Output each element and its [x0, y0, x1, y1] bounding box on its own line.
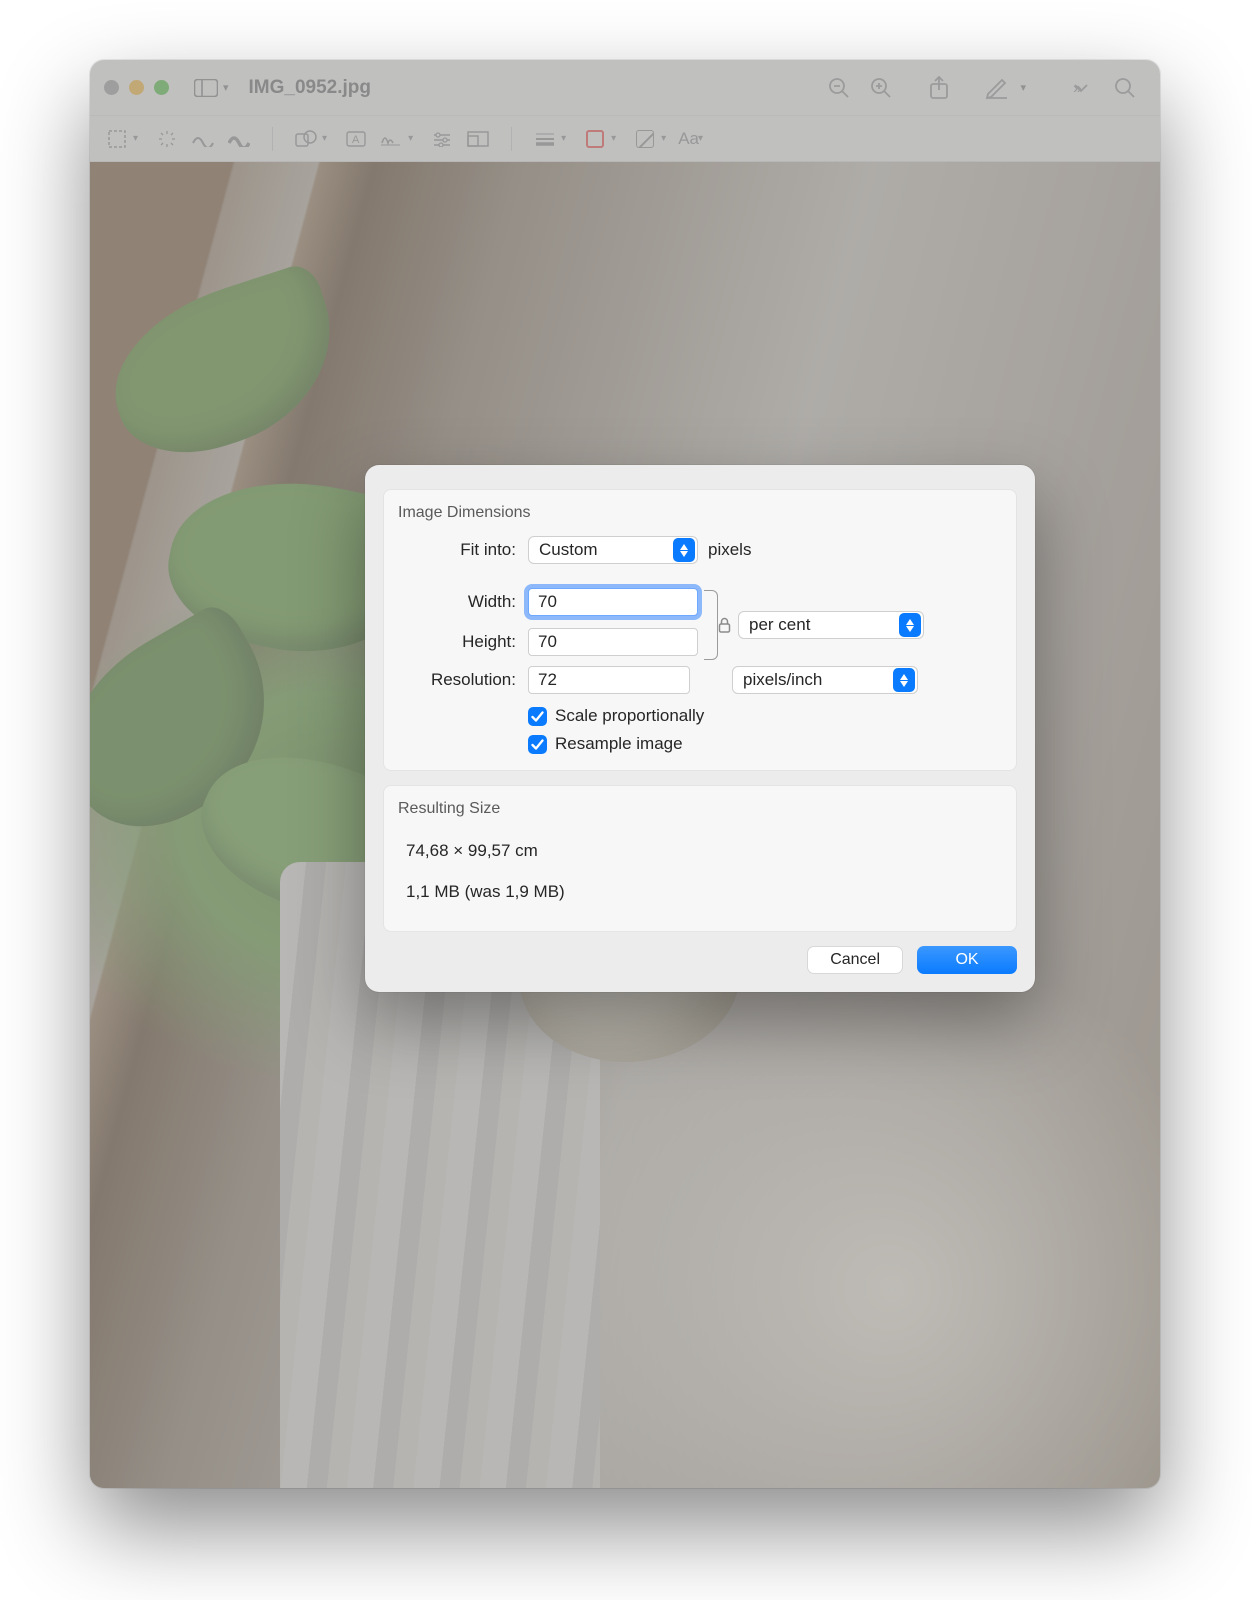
cancel-button[interactable]: Cancel [807, 946, 903, 974]
width-field[interactable]: 70 [528, 588, 698, 616]
select-arrows-icon [899, 613, 921, 637]
dimensions-group: Image Dimensions Fit into: Custom pixels… [383, 489, 1017, 771]
resolution-unit-value: pixels/inch [743, 670, 822, 690]
result-dimensions: 74,68 × 99,57 cm [406, 832, 1002, 869]
result-filesize: 1,1 MB (was 1,9 MB) [406, 873, 1002, 910]
lock-icon [718, 617, 731, 633]
height-label: Height: [398, 632, 516, 652]
width-label: Width: [398, 592, 516, 612]
fit-unit-label: pixels [708, 540, 751, 560]
preview-window: ▾ IMG_0952.jpg ▾ » ▾ ▾ A ▾ ▾ ▾ ▾ Aa [90, 60, 1160, 1488]
wh-unit-select[interactable]: per cent [738, 611, 924, 639]
select-arrows-icon [673, 538, 695, 562]
dialog-buttons: Cancel OK [383, 946, 1017, 974]
image-dimensions-dialog: Image Dimensions Fit into: Custom pixels… [365, 465, 1035, 992]
resolution-unit-select[interactable]: pixels/inch [732, 666, 918, 694]
wh-unit-value: per cent [749, 615, 810, 635]
select-arrows-icon [893, 668, 915, 692]
fit-into-value: Custom [539, 540, 598, 560]
resample-row: Resample image [528, 734, 1002, 754]
fit-into-label: Fit into: [398, 540, 516, 560]
fit-into-select[interactable]: Custom [528, 536, 698, 564]
resolution-label: Resolution: [398, 670, 516, 690]
resample-checkbox[interactable] [528, 735, 547, 754]
ok-button[interactable]: OK [917, 946, 1017, 974]
scale-proportionally-checkbox[interactable] [528, 707, 547, 726]
height-field[interactable]: 70 [528, 628, 698, 656]
scale-proportionally-label: Scale proportionally [555, 706, 704, 726]
group-title: Image Dimensions [398, 504, 1002, 522]
resolution-field[interactable]: 72 [528, 666, 690, 694]
scale-proportionally-row: Scale proportionally [528, 706, 1002, 726]
result-title: Resulting Size [398, 800, 1002, 818]
aspect-lock[interactable] [704, 588, 730, 662]
resample-label: Resample image [555, 734, 683, 754]
resulting-size-group: Resulting Size 74,68 × 99,57 cm 1,1 MB (… [383, 785, 1017, 932]
